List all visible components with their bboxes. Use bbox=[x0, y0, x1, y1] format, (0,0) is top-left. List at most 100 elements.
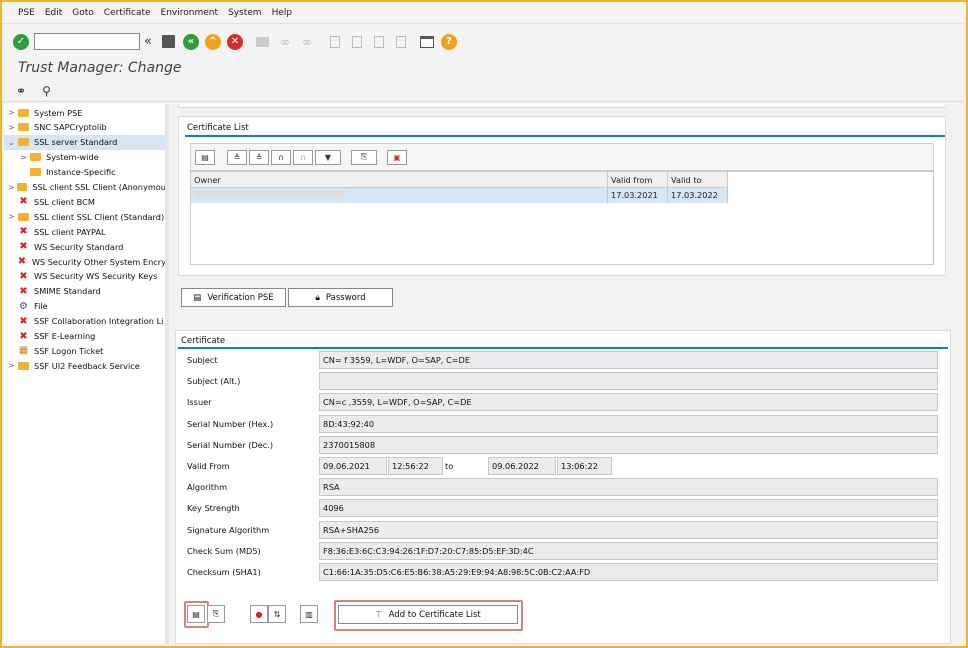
serial-hex-field[interactable]: 8D:43:92:40 bbox=[319, 414, 938, 433]
chevron-right-icon[interactable]: > bbox=[8, 123, 18, 132]
chevron-right-icon[interactable]: > bbox=[8, 183, 17, 192]
tree-item-label: SSF E-Learning bbox=[34, 331, 96, 341]
exit-button[interactable]: ^ bbox=[204, 33, 222, 51]
tree-item[interactable]: > SSF UI2 Feedback Service bbox=[4, 358, 165, 373]
cancel-button[interactable]: ✕ bbox=[226, 33, 244, 51]
owner-cell bbox=[194, 190, 344, 198]
delete-certificate-button[interactable]: ● bbox=[250, 605, 268, 623]
sort-asc-button[interactable]: ≜ bbox=[227, 149, 247, 165]
print-button[interactable] bbox=[254, 33, 272, 51]
save-button[interactable] bbox=[160, 33, 178, 51]
sort-desc-button[interactable]: ≚ bbox=[249, 149, 269, 165]
serial-hex-label: Serial Number (Hex.) bbox=[187, 418, 274, 429]
column-valid-from[interactable]: Valid from bbox=[608, 172, 668, 188]
tree-item[interactable]: ✖ WS Security Standard bbox=[4, 239, 165, 254]
collapse-icon[interactable]: « bbox=[144, 34, 152, 49]
pse-file-button[interactable]: ▥ bbox=[300, 605, 318, 623]
menu-edit[interactable]: Edit bbox=[45, 8, 62, 18]
back-button[interactable]: « bbox=[182, 33, 200, 51]
last-page-button[interactable] bbox=[392, 33, 410, 51]
tree-item-label: SSL client BCM bbox=[34, 196, 95, 207]
command-field[interactable] bbox=[34, 33, 140, 50]
valid-to-cell[interactable]: 17.03.2022 bbox=[668, 188, 728, 203]
column-owner[interactable]: Owner bbox=[191, 172, 608, 188]
find-next-button[interactable]: ∞ bbox=[298, 33, 316, 51]
file-icon: ⚙ bbox=[19, 300, 28, 312]
valid-to-time-field[interactable]: 13:06:22 bbox=[557, 457, 612, 475]
menu-certificate[interactable]: Certificate bbox=[104, 8, 151, 18]
chevron-right-icon[interactable]: > bbox=[8, 212, 18, 221]
chevron-right-icon[interactable]: > bbox=[8, 108, 18, 117]
find-grid-button[interactable]: ∩ bbox=[271, 149, 291, 165]
menu-system[interactable]: System bbox=[228, 8, 262, 18]
tree-item[interactable]: ✖ SMIME Standard bbox=[4, 284, 165, 299]
next-page-button[interactable] bbox=[370, 33, 388, 51]
details-button[interactable]: ▤ bbox=[195, 149, 215, 165]
enter-button[interactable]: ✓ bbox=[12, 33, 30, 51]
tree-item[interactable]: > SSL client SSL Client (Anonymou bbox=[4, 180, 165, 195]
tree-item[interactable]: ✖ SSL client PAYPAL bbox=[4, 224, 165, 239]
menu-environment[interactable]: Environment bbox=[161, 8, 218, 18]
prev-page-button[interactable] bbox=[348, 33, 366, 51]
certificate-pin-icon[interactable]: ⚲ bbox=[42, 84, 51, 98]
tree-item[interactable]: ✖ SSL client BCM bbox=[4, 194, 165, 209]
export-certificate-button[interactable]: ⇅ bbox=[268, 605, 286, 623]
tree-item[interactable]: ✖ WS Security Other System Encry bbox=[4, 254, 165, 269]
tree-item[interactable]: > SNC SAPCryptolib bbox=[4, 120, 165, 135]
chevron-down-icon[interactable]: ⌄ bbox=[8, 138, 18, 147]
valid-label: Valid From bbox=[187, 461, 230, 471]
subject-alt-field[interactable] bbox=[319, 372, 938, 391]
table-row[interactable] bbox=[191, 188, 608, 203]
binoculars-icon: ∞ bbox=[279, 34, 290, 49]
menu-help[interactable]: Help bbox=[272, 8, 293, 18]
prev-page-icon bbox=[351, 35, 362, 48]
help-button[interactable]: ? bbox=[440, 33, 458, 51]
export-cert-icon: ⇅ bbox=[273, 609, 281, 619]
tree-item-label: WS Security WS Security Keys bbox=[34, 271, 158, 282]
tree-item-label: WS Security Standard bbox=[34, 241, 124, 252]
valid-from-cell[interactable]: 17.03.2021 bbox=[608, 188, 668, 203]
find-next-grid-button[interactable]: ∩ bbox=[293, 149, 313, 165]
issuer-field[interactable]: CN=c ,3559, L=WDF, O=SAP, C=DE bbox=[319, 393, 938, 412]
signature-algorithm-label: Signature Algorithm bbox=[187, 524, 270, 535]
remove-certificate-button[interactable]: ▣ bbox=[387, 149, 407, 165]
verification-pse-button[interactable]: ▤ Verification PSE bbox=[181, 288, 286, 307]
password-button[interactable]: 🔒︎ Password bbox=[288, 288, 393, 307]
menu-pse[interactable]: PSE bbox=[18, 8, 35, 18]
valid-to-date-field[interactable]: 09.06.2022 bbox=[488, 457, 556, 475]
tree-item[interactable]: > SSL client SSL Client (Standard) bbox=[4, 209, 165, 224]
splitter-handle[interactable] bbox=[165, 104, 169, 644]
tree-item-label: SSL client PAYPAL bbox=[34, 226, 106, 237]
valid-from-time-field[interactable]: 12:56:22 bbox=[388, 457, 443, 475]
display-change-icon[interactable]: ⚭ bbox=[16, 84, 26, 98]
md5-field[interactable]: F8:36:E3:6C:C3:94:26:1F:D7:20:C7:85:D5:E… bbox=[319, 541, 938, 560]
error-icon: ✖ bbox=[19, 285, 28, 297]
tree-item[interactable]: ✖ SSF Collaboration Integration Li bbox=[4, 314, 165, 329]
find-button[interactable]: ∞ bbox=[276, 33, 294, 51]
tree-item[interactable]: ▦ SSF Logon Ticket bbox=[4, 343, 165, 358]
sha1-field[interactable]: C1:66:1A:35:D5:C6:E5:B6:38:A5:29:E9:94:A… bbox=[319, 563, 938, 581]
subject-label: Subject bbox=[187, 355, 218, 365]
chevron-right-icon[interactable]: > bbox=[20, 153, 30, 162]
filter-button[interactable]: ▼ bbox=[315, 149, 341, 165]
tree-item[interactable]: ✖ WS Security WS Security Keys bbox=[4, 269, 165, 284]
tree-item[interactable]: ⚙ File bbox=[4, 299, 165, 314]
signature-algorithm-field[interactable]: RSA+SHA256 bbox=[319, 520, 938, 539]
first-page-button[interactable] bbox=[326, 33, 344, 51]
subject-field[interactable]: CN= f 3559, L=WDF, O=SAP, C=DE bbox=[319, 351, 938, 369]
menu-goto[interactable]: Goto bbox=[72, 8, 94, 18]
serial-dec-field[interactable]: 2370015808 bbox=[319, 435, 938, 454]
export-button[interactable]: ⎘ bbox=[351, 149, 377, 165]
tree-item[interactable]: > System-wide bbox=[4, 150, 165, 165]
tree-item[interactable]: Instance-Specific bbox=[4, 165, 165, 180]
algorithm-field[interactable]: RSA bbox=[319, 478, 938, 497]
valid-from-date-field[interactable]: 09.06.2021 bbox=[319, 457, 387, 475]
column-valid-to[interactable]: Valid to bbox=[668, 172, 728, 188]
tree-item[interactable]: ⌄ SSL server Standard bbox=[4, 134, 165, 150]
new-session-button[interactable] bbox=[418, 33, 436, 51]
key-strength-field[interactable]: 4096 bbox=[319, 499, 938, 518]
tree-item[interactable]: ✖ SSF E-Learning bbox=[4, 329, 165, 344]
import-certificate-button[interactable]: ⎘ bbox=[207, 605, 225, 623]
chevron-right-icon[interactable]: > bbox=[8, 361, 18, 370]
tree-item[interactable]: > System PSE bbox=[4, 105, 165, 120]
